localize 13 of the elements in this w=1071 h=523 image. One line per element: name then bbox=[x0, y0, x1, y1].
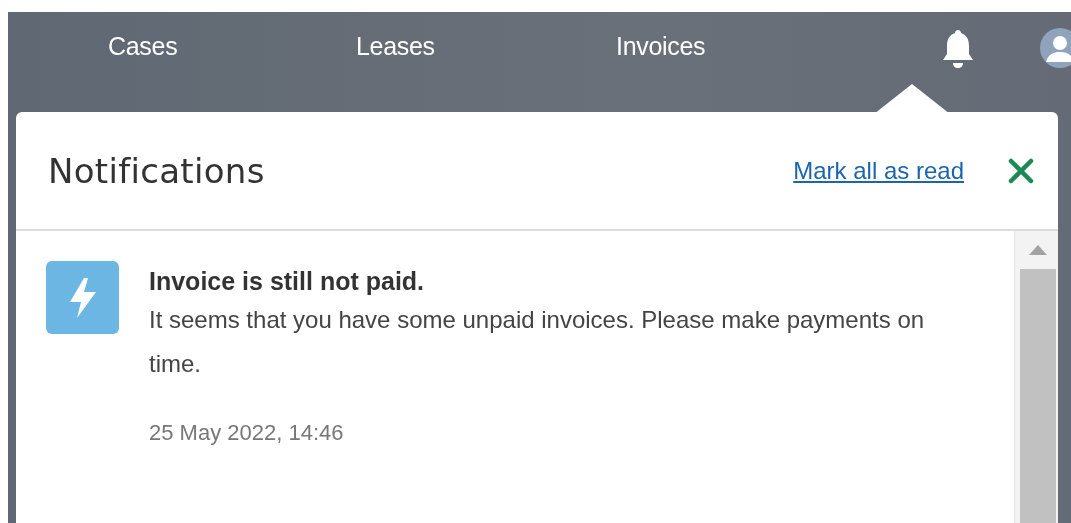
panel-title: Notifications bbox=[48, 150, 266, 191]
close-button[interactable] bbox=[1008, 157, 1034, 184]
notification-title: Invoice is still not paid. bbox=[149, 267, 426, 296]
nav-tab[interactable]: Leases bbox=[356, 32, 435, 61]
scroll-up-icon[interactable] bbox=[1029, 245, 1047, 255]
nav-tab[interactable]: Cases bbox=[108, 32, 178, 61]
lightning-icon bbox=[46, 261, 119, 334]
mark-all-read-link[interactable]: Mark all as read bbox=[793, 156, 964, 185]
notification-message: It seems that you have some unpaid invoices. Please make payments on time. bbox=[149, 305, 926, 379]
notification-time: 25 May 2022, 14:46 bbox=[149, 420, 345, 446]
nav-tab[interactable]: Invoices bbox=[616, 32, 706, 61]
avatar-icon[interactable] bbox=[1040, 28, 1071, 68]
scrollbar-thumb[interactable] bbox=[1020, 269, 1056, 523]
